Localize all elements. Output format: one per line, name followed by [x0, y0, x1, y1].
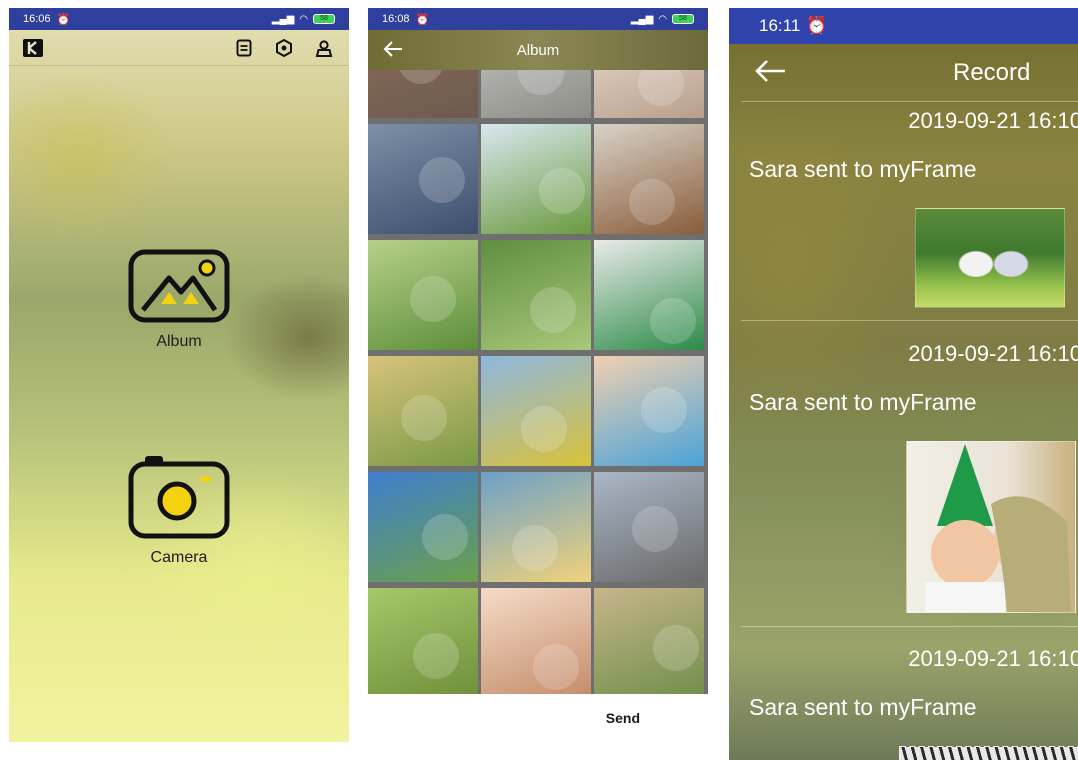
- photo-girl-pool[interactable]: [481, 472, 591, 582]
- battery-icon: 58: [313, 14, 335, 24]
- home-toolbar: [9, 30, 349, 66]
- camera-button[interactable]: Camera: [119, 454, 239, 567]
- record-entry[interactable]: 2019-09-21 16:10 Sara sent to myFrame: [729, 341, 1078, 623]
- divider: [741, 101, 1078, 102]
- album-screen: 16:08 ⏰ ▂▄▆ ◠ 58 Album Send: [368, 8, 708, 760]
- photo-girl-phone[interactable]: [368, 124, 478, 234]
- photo-kids-drawing[interactable]: [594, 356, 704, 466]
- back-arrow-icon[interactable]: [753, 58, 787, 89]
- status-time: 16:08: [382, 13, 410, 25]
- signal-icon: ▂▄▆: [630, 13, 654, 25]
- record-timestamp: 2019-09-21 16:10: [908, 646, 1078, 671]
- photo-street-walk[interactable]: [481, 70, 591, 118]
- home-screen: 16:06 ⏰ ▂▄▆ ◠ 58 Album Camera: [9, 8, 349, 742]
- camera-icon: [128, 456, 230, 539]
- record-timestamp: 2019-09-21 16:10: [908, 341, 1078, 366]
- photo-family-picnic[interactable]: [594, 588, 704, 694]
- photo-family-ball[interactable]: [368, 240, 478, 350]
- divider: [741, 626, 1078, 627]
- wifi-icon: ◠: [658, 13, 667, 25]
- battery-icon: 58: [672, 14, 694, 24]
- photo-forest[interactable]: [368, 70, 478, 118]
- photo-girl-smiling[interactable]: [594, 70, 704, 118]
- album-icon: [128, 249, 230, 323]
- photo-mother-daughter[interactable]: [481, 588, 591, 694]
- album-button[interactable]: Album: [119, 248, 239, 351]
- record-message: Sara sent to myFrame: [749, 694, 977, 720]
- status-bar: 16:06 ⏰ ▂▄▆ ◠ 58: [9, 8, 349, 30]
- status-time: 16:11: [759, 16, 801, 35]
- photo-father-baby-kitchen[interactable]: [594, 124, 704, 234]
- photo-tree: [899, 746, 1078, 760]
- send-button[interactable]: Send: [606, 710, 640, 726]
- record-header: Record: [729, 44, 1078, 102]
- alarm-icon: ⏰: [806, 16, 828, 35]
- status-time: 16:06: [23, 13, 51, 25]
- divider: [741, 320, 1078, 321]
- photo-van-beach[interactable]: [368, 472, 478, 582]
- status-bar: 16:08 ⏰ ▂▄▆ ◠ 58: [368, 8, 708, 30]
- alarm-icon: ⏰: [56, 13, 71, 26]
- account-icon[interactable]: [313, 37, 335, 59]
- record-message: Sara sent to myFrame: [749, 389, 977, 415]
- party-hat-illustration: [925, 444, 1071, 612]
- settings-icon[interactable]: [273, 37, 295, 59]
- page-title: Record: [953, 59, 1031, 86]
- kodak-logo-icon: [23, 38, 43, 57]
- status-bar: 16:11 ⏰: [729, 8, 1078, 44]
- signal-icon: ▂▄▆: [271, 13, 295, 25]
- photo-party-hat-kiss[interactable]: [594, 240, 704, 350]
- photo-girl-flowers[interactable]: [481, 356, 591, 466]
- photo-family-lawn: [915, 208, 1065, 308]
- wifi-icon: ◠: [299, 13, 308, 25]
- photo-family-lawn[interactable]: [481, 240, 591, 350]
- photo-boy-running[interactable]: [368, 588, 478, 694]
- back-arrow-icon[interactable]: [382, 38, 404, 65]
- record-message: Sara sent to myFrame: [749, 156, 977, 182]
- alarm-icon: ⏰: [415, 13, 430, 26]
- photo-party-hat-kiss: [906, 441, 1076, 613]
- record-screen: 16:11 ⏰ Record 2019-09-21 16:10 Sara sen…: [729, 8, 1078, 760]
- document-icon[interactable]: [233, 37, 255, 59]
- photo-woman-old-town[interactable]: [594, 472, 704, 582]
- camera-label: Camera: [150, 549, 208, 566]
- photo-laptop-field[interactable]: [481, 124, 591, 234]
- photo-grid: [368, 70, 708, 694]
- album-label: Album: [156, 333, 202, 350]
- record-entry[interactable]: 2019-09-21 16:10 Sara sent to myFrame: [729, 646, 1078, 760]
- page-title: Album: [516, 41, 560, 59]
- photo-woman-sun[interactable]: [368, 356, 478, 466]
- record-timestamp: 2019-09-21 16:10: [908, 108, 1078, 133]
- album-header: Album: [368, 30, 708, 70]
- record-entry[interactable]: 2019-09-21 16:10 Sara sent to myFrame: [729, 108, 1078, 320]
